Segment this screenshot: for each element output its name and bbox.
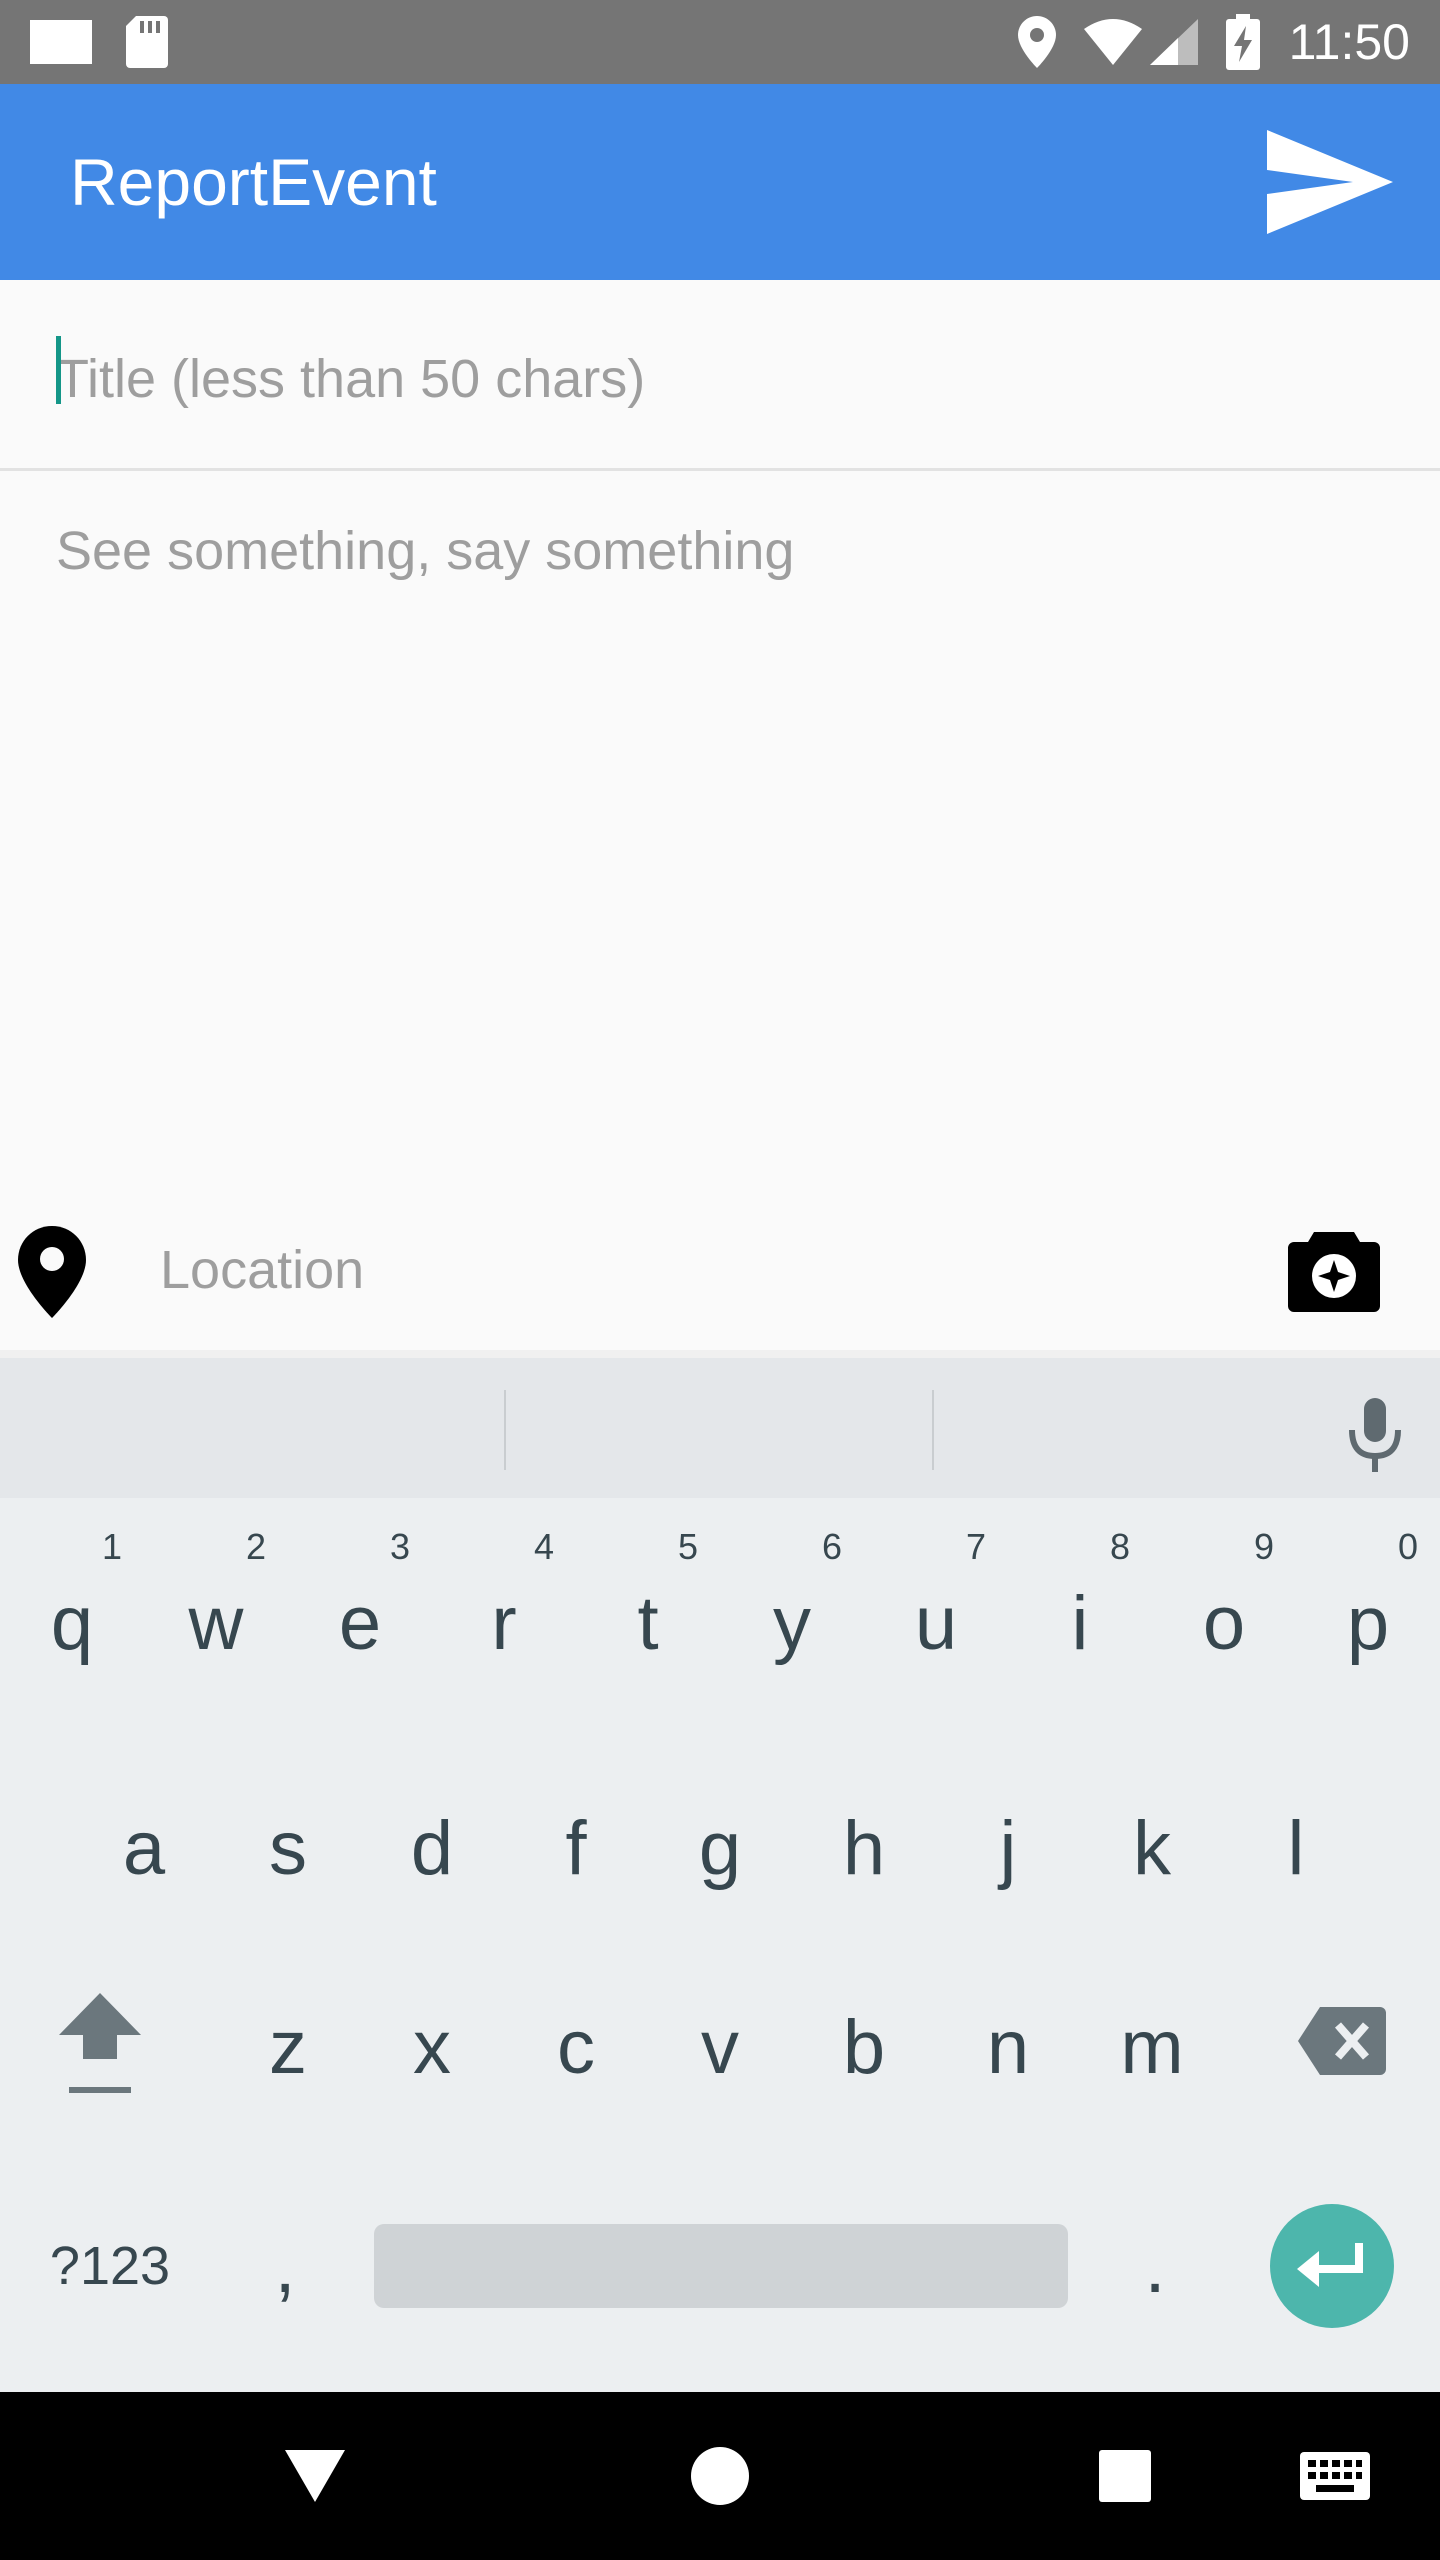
wifi-icon — [1084, 0, 1142, 84]
key-k[interactable]: k — [1080, 1758, 1224, 1938]
microphone-icon[interactable] — [1340, 1394, 1410, 1474]
key-x[interactable]: x — [360, 1972, 504, 2122]
key-d[interactable]: d — [360, 1758, 504, 1938]
key-hint-7: 7 — [966, 1526, 987, 1567]
back-button[interactable] — [240, 2392, 390, 2560]
key-l[interactable]: l — [1224, 1758, 1368, 1938]
recents-icon — [1099, 2450, 1151, 2502]
keyboard: ?123 , . q1w2e3r4t5y6u7i8o9p0 asdfghjkl zx… — [0, 1358, 1440, 2392]
suggestion-slot[interactable] — [0, 1358, 504, 1498]
cell-signal-icon — [1150, 0, 1198, 84]
key-hint-6: 6 — [822, 1526, 843, 1567]
key-j[interactable]: j — [936, 1758, 1080, 1938]
send-icon — [1267, 130, 1393, 234]
navigation-bar — [0, 2392, 1440, 2560]
key-z[interactable]: z — [216, 1972, 360, 2122]
status-time: 11:50 — [1288, 14, 1410, 70]
key-hint-2: 2 — [246, 1526, 267, 1567]
key-p[interactable]: p — [1296, 1528, 1440, 1718]
recents-button[interactable] — [1050, 2392, 1200, 2560]
key-a[interactable]: a — [72, 1758, 216, 1938]
email-icon — [30, 0, 92, 84]
camera-icon[interactable] — [1288, 1228, 1380, 1312]
key-hint-1: 1 — [102, 1526, 123, 1567]
key-r[interactable]: r — [432, 1528, 576, 1718]
key-b[interactable]: b — [792, 1972, 936, 2122]
sd-card-icon — [126, 0, 168, 84]
suggestion-slot[interactable] — [934, 1358, 1334, 1498]
shift-key[interactable] — [44, 1976, 156, 2110]
key-t[interactable]: t — [576, 1528, 720, 1718]
location-input[interactable] — [160, 1230, 1220, 1310]
map-pin-icon[interactable] — [18, 1226, 86, 1318]
text-caret — [56, 336, 61, 404]
key-e[interactable]: e — [288, 1528, 432, 1718]
key-o[interactable]: o — [1152, 1528, 1296, 1718]
suggestion-slot[interactable] — [506, 1358, 932, 1498]
space-key[interactable] — [374, 2224, 1068, 2308]
keyboard-switch-icon — [1300, 2452, 1370, 2500]
key-m[interactable]: m — [1080, 1972, 1224, 2122]
keyboard-edge — [0, 1350, 1440, 1358]
send-button[interactable] — [1260, 122, 1400, 242]
key-q[interactable]: q — [0, 1528, 144, 1718]
enter-key[interactable] — [1270, 2204, 1394, 2328]
key-w[interactable]: w — [144, 1528, 288, 1718]
keyboard-switch-button[interactable] — [1260, 2392, 1410, 2560]
key-f[interactable]: f — [504, 1758, 648, 1938]
location-row — [0, 1200, 1440, 1350]
location-icon — [1018, 0, 1056, 84]
key-hint-8: 8 — [1110, 1526, 1131, 1567]
comma-key[interactable]: , — [230, 2198, 340, 2334]
app-bar: ReportEvent — [0, 84, 1440, 280]
period-key[interactable]: . — [1100, 2198, 1210, 2334]
key-y[interactable]: y — [720, 1528, 864, 1718]
symbols-key[interactable]: ?123 — [30, 2198, 190, 2334]
key-hint-0: 0 — [1398, 1526, 1419, 1567]
title-input[interactable] — [56, 336, 1376, 422]
battery-charging-icon — [1226, 0, 1260, 84]
home-button[interactable] — [645, 2392, 795, 2560]
shift-icon — [59, 1993, 141, 2093]
key-s[interactable]: s — [216, 1758, 360, 1938]
suggestion-strip — [0, 1358, 1440, 1498]
key-hint-3: 3 — [390, 1526, 411, 1567]
status-bar: 11:50 — [0, 0, 1440, 84]
key-hint-5: 5 — [678, 1526, 699, 1567]
back-icon — [285, 2450, 345, 2502]
key-i[interactable]: i — [1008, 1528, 1152, 1718]
backspace-key[interactable] — [1284, 1986, 1400, 2096]
key-n[interactable]: n — [936, 1972, 1080, 2122]
key-hint-9: 9 — [1254, 1526, 1275, 1567]
key-hint-4: 4 — [534, 1526, 555, 1567]
enter-icon — [1297, 2243, 1363, 2287]
key-h[interactable]: h — [792, 1758, 936, 1938]
key-c[interactable]: c — [504, 1972, 648, 2122]
backspace-icon — [1298, 2007, 1386, 2075]
description-input[interactable] — [56, 520, 1386, 1160]
key-v[interactable]: v — [648, 1972, 792, 2122]
home-icon — [691, 2447, 749, 2505]
page-title: ReportEvent — [70, 145, 437, 219]
key-u[interactable]: u — [864, 1528, 1008, 1718]
key-g[interactable]: g — [648, 1758, 792, 1938]
title-field-container — [0, 280, 1440, 470]
divider — [0, 468, 1440, 471]
